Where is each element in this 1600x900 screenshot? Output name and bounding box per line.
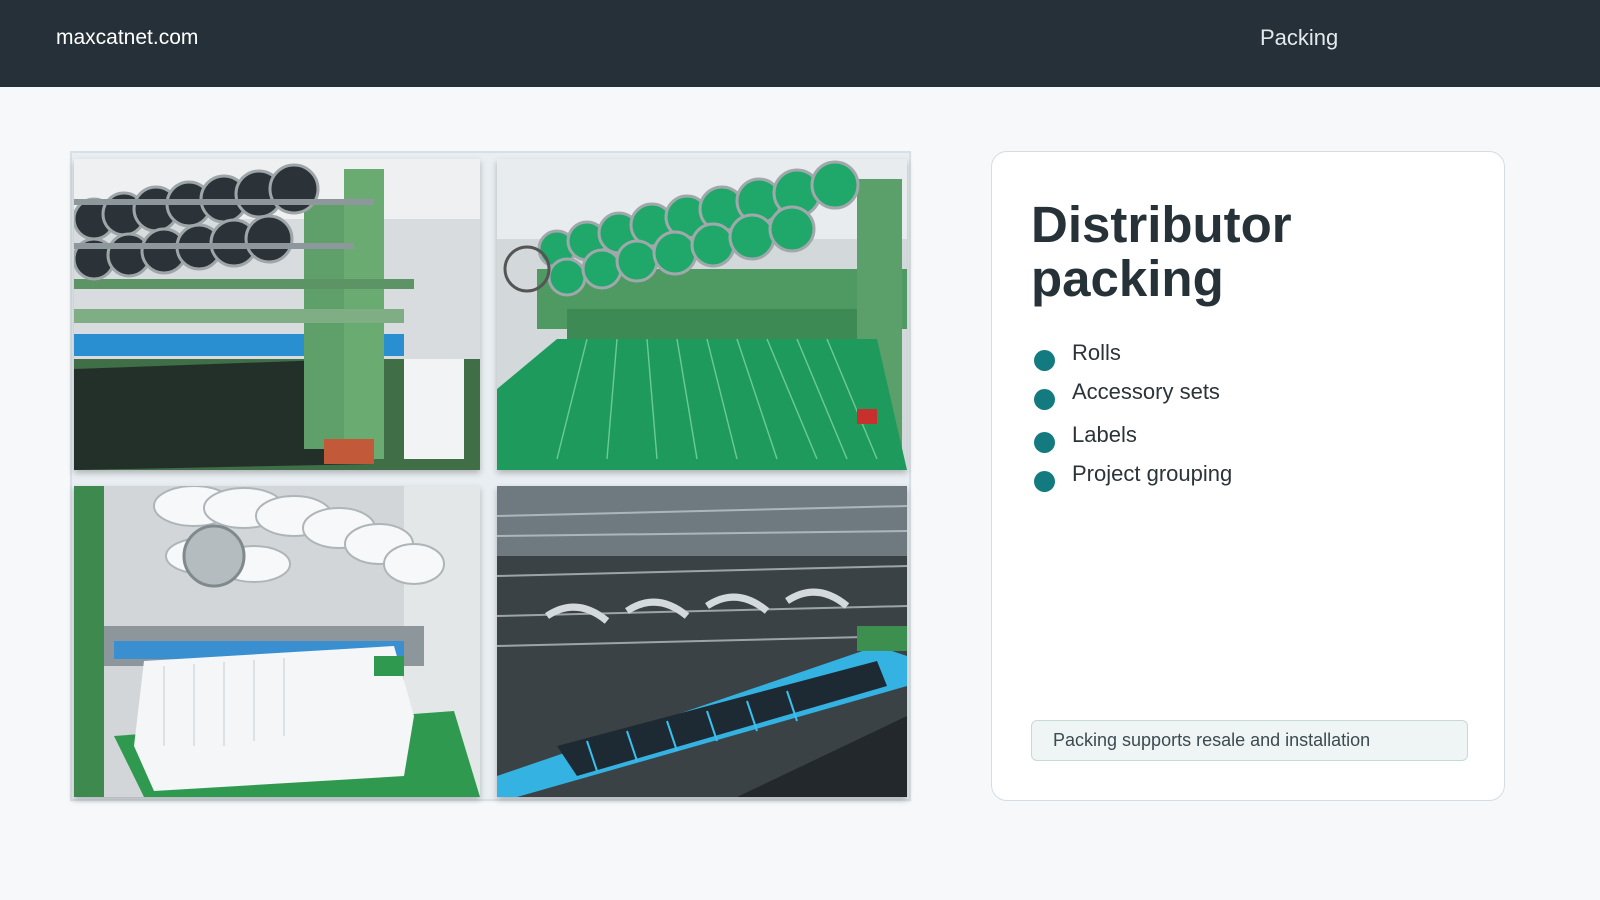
list-item-label: Accessory sets [1072,379,1220,404]
card-title: Distributor packing [1031,196,1292,307]
factory-photo-3 [74,486,480,797]
factory-photo-1 [74,159,480,470]
bullet-dot-icon [1034,471,1055,492]
list-item-label: Rolls [1072,340,1121,365]
factory-photo-4 [497,486,907,797]
green-knitting-machine-black-yarn-photo [74,159,480,470]
list-item-label: Project grouping [1072,461,1233,486]
factory-photo-2 [497,159,907,470]
bullet-dot-icon [1034,432,1055,453]
green-knitting-machine-green-net-photo [497,159,907,470]
packing-info-card: Distributor packing Rolls Accessory sets… [991,151,1505,801]
list-item-label: Labels [1072,422,1137,447]
top-bar: maxcatnet.com Packing [0,0,1600,87]
bullet-dot-icon [1034,350,1055,371]
bullet-dot-icon [1034,389,1055,410]
green-knitting-machine-white-net-photo [74,486,480,797]
knitting-machine-blue-net-closeup-photo [497,486,907,797]
section-label: Packing [1260,25,1339,50]
site-name[interactable]: maxcatnet.com [56,26,198,50]
photo-collage [70,151,911,801]
packing-note: Packing supports resale and installation [1031,720,1468,761]
